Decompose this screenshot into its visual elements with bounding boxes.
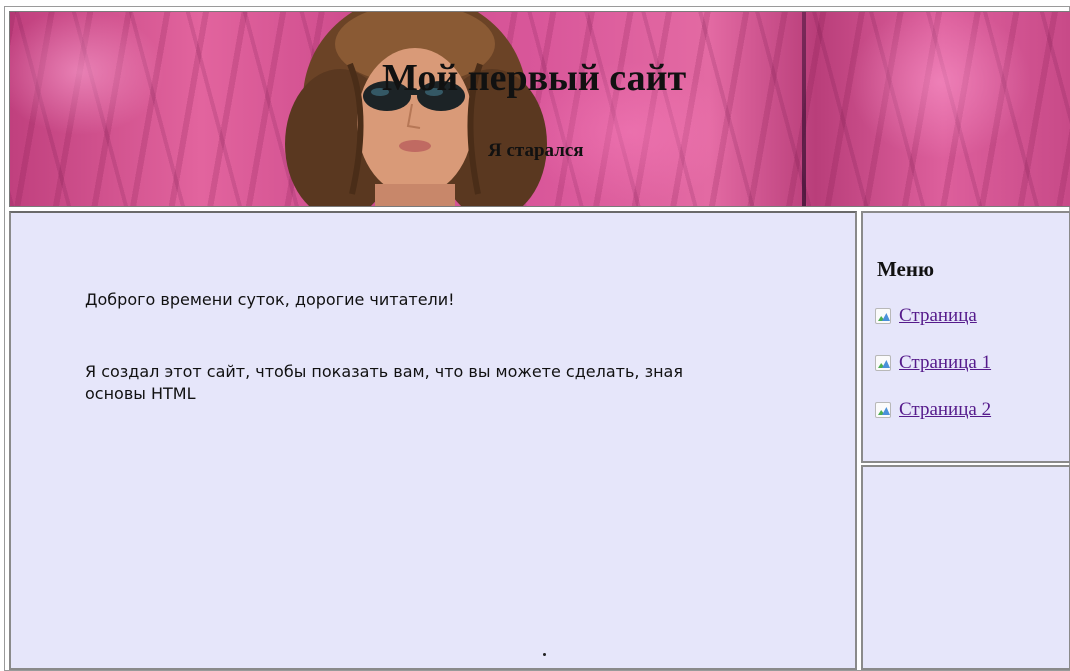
menu-link-label: Страница 2	[899, 399, 992, 420]
menu-link-page-2[interactable]: Страница 2	[875, 399, 991, 421]
menu-item: Страница 1	[875, 352, 991, 399]
sidebar-empty-panel	[861, 465, 1070, 670]
menu-item: Страница 2	[875, 399, 991, 446]
menu-link-label: Страница 1	[899, 352, 992, 373]
menu-link-label: Страница	[899, 305, 977, 326]
menu-title: Меню	[877, 257, 935, 281]
intro-paragraph: Я создал этот сайт, чтобы показать вам, …	[85, 362, 683, 403]
menu-list: Страница Страница 1 Страница 2	[875, 305, 991, 446]
broken-image-icon	[875, 402, 891, 418]
menu-link-page-1[interactable]: Страница 1	[875, 352, 991, 374]
menu-link-page[interactable]: Страница	[875, 305, 977, 327]
broken-image-icon	[875, 355, 891, 371]
broken-image-icon	[875, 308, 891, 324]
header-banner: Мой первый сайт Я старался	[9, 11, 1070, 207]
sidebar-menu-panel: Меню Страница Страница 1 Страница 2	[861, 211, 1070, 463]
header-heading-block: Мой первый сайт Я старался	[10, 12, 1070, 206]
footer-dot-mark	[543, 653, 546, 656]
page-frame: Мой первый сайт Я старался Доброго време…	[4, 6, 1070, 671]
main-content-panel: Доброго времени суток, дорогие читатели!…	[9, 211, 857, 670]
menu-item: Страница	[875, 305, 991, 352]
greeting-paragraph: Доброго времени суток, дорогие читатели!	[85, 290, 455, 309]
site-title: Мой первый сайт	[382, 57, 687, 99]
site-subtitle: Я старался	[488, 140, 584, 161]
